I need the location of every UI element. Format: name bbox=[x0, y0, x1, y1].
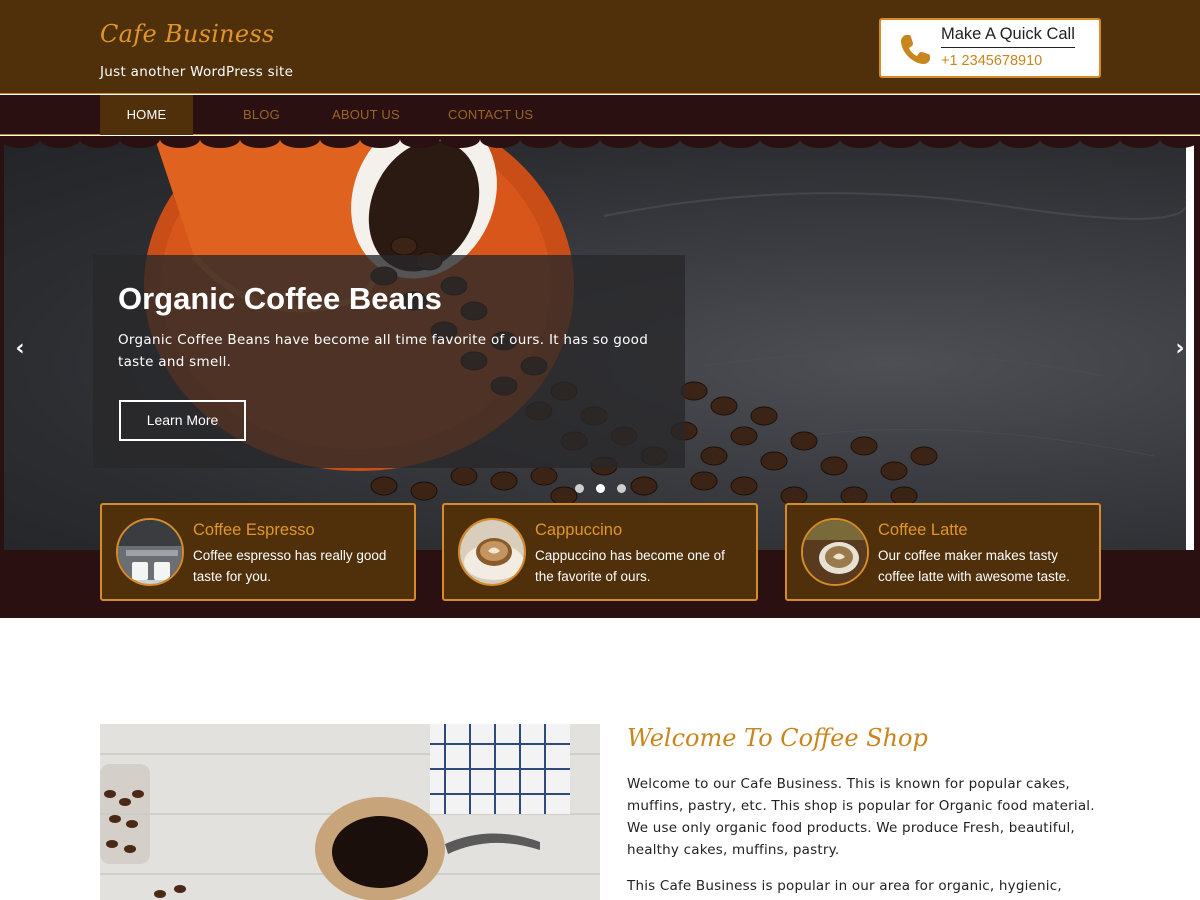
phone-icon bbox=[901, 35, 930, 64]
call-number[interactable]: +1 2345678910 bbox=[941, 53, 1042, 69]
feature-title: Cappuccino bbox=[535, 521, 623, 539]
site-title[interactable]: Cafe Business bbox=[100, 20, 275, 48]
feature-card-espresso[interactable]: Coffee Espresso Coffee espresso has real… bbox=[100, 503, 416, 601]
slide-title: Organic Coffee Beans bbox=[118, 281, 442, 316]
chevron-left-icon[interactable]: ‹ bbox=[10, 338, 30, 360]
espresso-image bbox=[116, 518, 184, 586]
hero-slider: Organic Coffee Beans Organic Coffee Bean… bbox=[0, 136, 1200, 618]
slider-dot-active[interactable] bbox=[596, 484, 605, 493]
feature-card-latte[interactable]: Coffee Latte Our coffee maker makes tast… bbox=[785, 503, 1101, 601]
nav-item-blog[interactable]: BLOG bbox=[243, 95, 280, 135]
main-nav: HOME BLOG ABOUT US CONTACT US bbox=[0, 95, 1200, 135]
nav-item-home[interactable]: HOME bbox=[100, 95, 193, 135]
quick-call-box[interactable]: Make A Quick Call +1 2345678910 bbox=[879, 18, 1101, 78]
feature-title: Coffee Latte bbox=[878, 521, 968, 539]
slide-text: Organic Coffee Beans have become all tim… bbox=[118, 332, 649, 370]
call-title: Make A Quick Call bbox=[941, 25, 1075, 48]
learn-more-button[interactable]: Learn More bbox=[119, 400, 246, 441]
feature-text: Coffee espresso has really good taste fo… bbox=[193, 548, 387, 584]
slider-dot[interactable] bbox=[617, 484, 626, 493]
chevron-right-icon[interactable]: › bbox=[1170, 338, 1190, 360]
nav-item-about-us[interactable]: ABOUT US bbox=[332, 95, 400, 135]
site-tagline: Just another WordPress site bbox=[100, 64, 294, 80]
slider-dot[interactable] bbox=[575, 484, 584, 493]
feature-text: Cappuccino has become one of the favorit… bbox=[535, 548, 725, 584]
latte-image bbox=[801, 518, 869, 586]
nav-item-contact-us[interactable]: CONTACT US bbox=[448, 95, 533, 135]
site-header: Cafe Business Just another WordPress sit… bbox=[0, 0, 1200, 94]
welcome-title: Welcome To Coffee Shop bbox=[627, 724, 928, 752]
pour-over-coffee-image bbox=[100, 724, 600, 900]
welcome-paragraph: Welcome to our Cafe Business. This is kn… bbox=[627, 776, 1095, 858]
feature-card-cappuccino[interactable]: Cappuccino Cappuccino has become one of … bbox=[442, 503, 758, 601]
slide-caption: Organic Coffee Beans Organic Coffee Bean… bbox=[93, 255, 685, 468]
cappuccino-image bbox=[458, 518, 526, 586]
feature-text: Our coffee maker makes tasty coffee latt… bbox=[878, 548, 1070, 584]
feature-title: Coffee Espresso bbox=[193, 521, 315, 539]
welcome-paragraph: This Cafe Business is popular in our are… bbox=[627, 878, 1062, 894]
scallop-edge bbox=[0, 136, 1200, 148]
